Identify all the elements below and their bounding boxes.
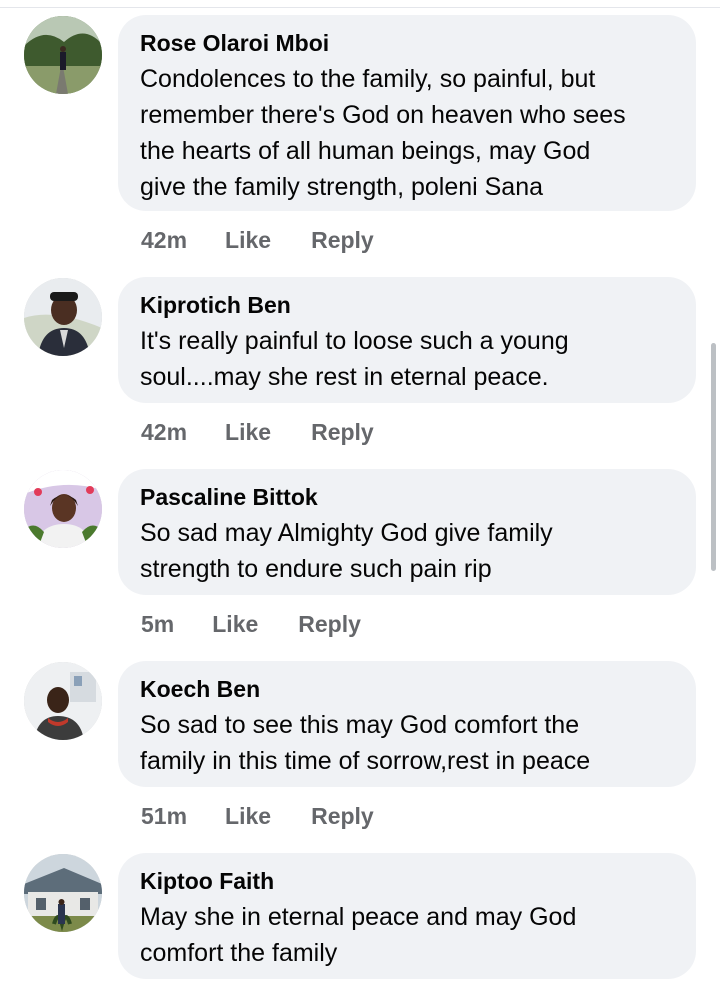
top-divider — [0, 7, 720, 8]
comment-text: So sad to see this may God comfort the f… — [140, 711, 591, 775]
comment-bubble: Kiptoo Faith May she in eternal peace an… — [118, 853, 696, 979]
avatar-photo-icon — [24, 470, 102, 548]
reply-button[interactable]: Reply — [311, 227, 374, 254]
like-button[interactable]: Like — [212, 611, 258, 638]
like-button[interactable]: Like — [225, 419, 271, 446]
like-button[interactable]: Like — [225, 227, 271, 254]
like-button[interactable]: Like — [225, 803, 271, 830]
comment-timestamp[interactable]: 51m — [141, 803, 187, 830]
comment-text: May she in eternal peace and may God com… — [140, 903, 577, 967]
comment-bubble: Rose Olaroi Mboi Condolences to the fami… — [118, 15, 696, 211]
avatar-photo-icon — [24, 278, 102, 356]
comment-author[interactable]: Kiptoo Faith — [140, 867, 672, 895]
reply-button[interactable]: Reply — [298, 611, 361, 638]
comment-timestamp[interactable]: 42m — [141, 419, 187, 446]
comment-bubble: Pascaline Bittok So sad may Almighty God… — [118, 469, 696, 595]
avatar[interactable] — [24, 662, 102, 740]
comment-text: Condolences to the family, so painful, b… — [140, 65, 626, 201]
reply-button[interactable]: Reply — [311, 419, 374, 446]
comment-bubble: Kiprotich Ben It's really painful to loo… — [118, 277, 696, 403]
avatar-photo-icon — [24, 662, 102, 740]
comment-author[interactable]: Pascaline Bittok — [140, 483, 672, 511]
comment-timestamp[interactable]: 5m — [141, 611, 174, 638]
avatar-photo-icon — [24, 16, 102, 94]
comment-actions: 51m Like Reply — [141, 803, 374, 830]
comment-author[interactable]: Koech Ben — [140, 675, 672, 703]
scrollbar[interactable] — [711, 343, 716, 571]
comment-bubble: Koech Ben So sad to see this may God com… — [118, 661, 696, 787]
comment-timestamp[interactable]: 42m — [141, 227, 187, 254]
comment-author[interactable]: Kiprotich Ben — [140, 291, 672, 319]
avatar-photo-icon — [24, 854, 102, 932]
comment-actions: 42m Like Reply — [141, 419, 374, 446]
avatar[interactable] — [24, 278, 102, 356]
comment-actions: 42m Like Reply — [141, 227, 374, 254]
comment-text: It's really painful to loose such a youn… — [140, 327, 569, 391]
avatar[interactable] — [24, 470, 102, 548]
reply-button[interactable]: Reply — [311, 803, 374, 830]
avatar[interactable] — [24, 16, 102, 94]
comment-actions: 5m Like Reply — [141, 611, 361, 638]
avatar[interactable] — [24, 854, 102, 932]
comment-author[interactable]: Rose Olaroi Mboi — [140, 29, 672, 57]
comment-text: So sad may Almighty God give family stre… — [140, 519, 553, 583]
